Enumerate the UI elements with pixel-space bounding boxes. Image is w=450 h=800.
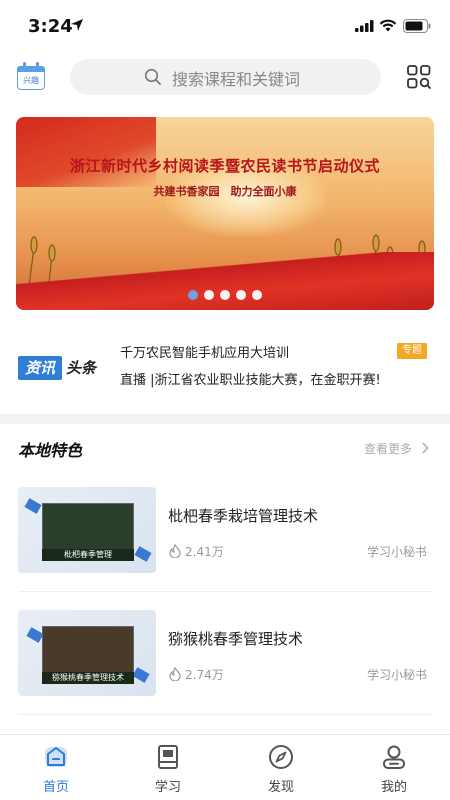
carousel-dot[interactable] [236, 290, 246, 300]
location-arrow-icon [71, 19, 83, 31]
course-thumbnail[interactable]: 枇杷春季管理 [18, 487, 156, 573]
calendar-icon[interactable]: 兴趣 [17, 62, 45, 90]
cell-signal-icon [355, 20, 374, 32]
view-count: 2.41万 [185, 545, 224, 559]
bottom-tab-bar: 首页 学习 发现 我的 [0, 734, 450, 800]
wifi-icon [379, 19, 397, 32]
view-count: 2.74万 [185, 668, 224, 682]
home-icon [45, 747, 67, 767]
divider [18, 591, 432, 592]
book-icon [158, 745, 178, 769]
status-bar: 3:24 [0, 0, 450, 52]
tab-profile[interactable]: 我的 [338, 735, 450, 800]
tab-discover[interactable]: 发现 [225, 735, 337, 800]
list-item[interactable]: 枇杷春季管理 枇杷春季栽培管理技术 2.41万 学习小秘书 [0, 487, 450, 609]
course-title[interactable]: 枇杷春季栽培管理技术 [168, 505, 318, 526]
tab-label: 首页 [42, 780, 69, 795]
news-logo-right: 头条 [66, 359, 97, 377]
see-more-link[interactable]: 查看更多 [364, 440, 412, 457]
banner-subtitle: 共建书香家园 助力全面小康 [153, 185, 297, 198]
banner-section: 浙江新时代乡村阅读季暨农民读书节启动仪式 共建书香家园 助力全面小康 [0, 102, 450, 326]
compass-icon [269, 745, 293, 769]
calendar-label: 兴趣 [23, 76, 39, 85]
search-placeholder: 搜索课程和关键词 [172, 70, 301, 89]
thumbnail-caption: 枇杷春季管理 [42, 549, 134, 561]
news-logo: 资讯 头条 [18, 356, 102, 384]
news-headline[interactable]: 千万农民智能手机应用大培训 [120, 342, 289, 361]
section-title: 本地特色 [18, 441, 83, 460]
course-title[interactable]: 猕猴桃春季管理技术 [168, 628, 303, 649]
course-author: 学习小秘书 [367, 668, 428, 682]
news-headline[interactable]: 直播 |浙江省农业职业技能大赛，在金职开赛! [120, 369, 381, 388]
flag-graphic [16, 117, 156, 187]
status-time: 3:24 [28, 16, 73, 37]
carousel-dot[interactable] [252, 290, 262, 300]
divider [18, 714, 432, 715]
thumbnail-caption: 猕猴桃春季管理技术 [42, 672, 134, 684]
carousel-dot[interactable] [204, 290, 214, 300]
profile-icon [383, 745, 405, 769]
course-thumbnail[interactable]: 猕猴桃春季管理技术 [18, 610, 156, 696]
chevron-right-icon[interactable] [421, 442, 429, 454]
topic-badge: 专题 [397, 343, 427, 359]
carousel-dot[interactable] [220, 290, 230, 300]
battery-icon [403, 19, 431, 33]
tab-study[interactable]: 学习 [112, 735, 224, 800]
local-feature-section: 本地特色 查看更多 枇杷春季管理 枇杷春季栽培管理技术 2.41万 学习小秘书 … [0, 424, 450, 734]
grid-menu-icon[interactable] [407, 65, 431, 89]
search-input[interactable]: 搜索课程和关键词 [70, 59, 381, 95]
search-icon [144, 68, 161, 85]
tab-label: 学习 [154, 780, 181, 795]
tab-label: 发现 [267, 780, 294, 795]
carousel-dot[interactable] [188, 290, 198, 300]
course-author: 学习小秘书 [367, 545, 428, 559]
news-logo-left: 资讯 [18, 356, 62, 380]
tab-label: 我的 [380, 780, 407, 795]
banner-carousel[interactable]: 浙江新时代乡村阅读季暨农民读书节启动仪式 共建书香家园 助力全面小康 [16, 117, 434, 310]
tab-home[interactable]: 首页 [0, 735, 112, 800]
banner-title: 浙江新时代乡村阅读季暨农民读书节启动仪式 [69, 157, 380, 175]
carousel-dots [0, 285, 450, 304]
news-section[interactable]: 资讯 头条 千万农民智能手机应用大培训 直播 |浙江省农业职业技能大赛，在金职开… [0, 326, 450, 414]
flame-icon [169, 544, 181, 558]
top-bar: 兴趣 搜索课程和关键词 [0, 52, 450, 102]
flame-icon [169, 667, 181, 681]
list-item[interactable]: 猕猴桃春季管理技术 猕猴桃春季管理技术 2.74万 学习小秘书 [0, 610, 450, 732]
